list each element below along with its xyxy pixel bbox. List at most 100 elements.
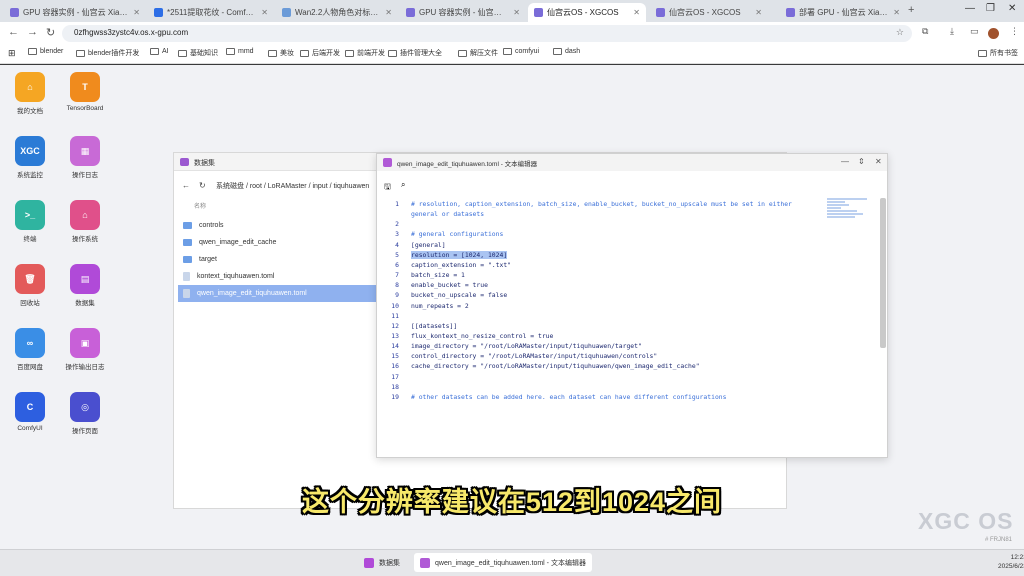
reload-icon[interactable]: ↻ bbox=[46, 26, 55, 39]
path-breadcrumb[interactable]: 系统磁盘 / root / LoRAMaster / input / tiquh… bbox=[216, 181, 369, 191]
tab-close-icon[interactable]: ✕ bbox=[629, 8, 640, 17]
desktop-icon-label: 操作输出日志 bbox=[65, 364, 105, 371]
vertical-scrollbar[interactable] bbox=[880, 198, 886, 348]
app-icon: ▤ bbox=[70, 264, 100, 294]
address-bar[interactable]: 0zfhgwss3zystc4v.os.x-gpu.com ☆ bbox=[62, 25, 912, 42]
desktop-icon[interactable]: ⌂ 我的文档 bbox=[2, 72, 58, 115]
taskbar-item[interactable]: qwen_image_edit_tiquhuawen.toml - 文本编辑器 bbox=[414, 553, 592, 572]
desktop-icon[interactable]: >_ 终端 bbox=[2, 200, 58, 243]
back-icon[interactable]: ← bbox=[8, 26, 19, 38]
bookmark-item[interactable]: dash bbox=[553, 48, 580, 55]
desktop-icon[interactable]: ▤ 数据集 bbox=[57, 264, 113, 307]
bookmark-item[interactable]: blender插件开发 bbox=[76, 48, 139, 58]
folder-icon bbox=[268, 49, 277, 57]
desktop-icon[interactable]: T TensorBoard bbox=[57, 72, 113, 112]
clock: 12:23 2025/6/23 bbox=[998, 553, 1024, 571]
folder-icon bbox=[553, 48, 562, 55]
desktop-icon[interactable]: C ComfyUI bbox=[2, 392, 58, 432]
avatar[interactable] bbox=[988, 28, 999, 39]
taskbar-item[interactable]: 数据集 bbox=[358, 553, 406, 572]
taskbar-app-icon bbox=[420, 557, 430, 568]
code-area[interactable]: 1 # resolution, caption_extension, batch_… bbox=[377, 197, 822, 457]
file-list-item[interactable]: target bbox=[178, 251, 376, 268]
bookmark-item[interactable]: 后端开发 bbox=[300, 48, 340, 58]
save-icon[interactable]: 🖫 bbox=[384, 181, 391, 195]
bookmark-item[interactable]: AI bbox=[150, 48, 169, 55]
tab-label: GPU 容器实例 - 仙宫云 Xiang... bbox=[23, 8, 130, 17]
maximize-button[interactable]: ❐ bbox=[986, 3, 995, 14]
close-window-button[interactable]: ✕ bbox=[1008, 3, 1016, 14]
editor-app-icon bbox=[383, 158, 392, 167]
name-column-header[interactable]: 名称 bbox=[194, 201, 206, 210]
extensions-icon[interactable]: ⧉ bbox=[922, 26, 928, 37]
code-line: enable_bucket = true bbox=[411, 281, 488, 290]
bookmark-item[interactable]: blender bbox=[28, 48, 63, 55]
app-icon: 🗑 bbox=[15, 264, 45, 294]
taskbar-label: qwen_image_edit_tiquhuawen.toml - 文本编辑器 bbox=[435, 559, 586, 567]
editor-titlebar[interactable]: qwen_image_edit_tiquhuawen.toml - 文本编辑器 bbox=[377, 154, 887, 171]
menu-icon[interactable]: ⋮ bbox=[1010, 26, 1019, 37]
tab-label: 部署 GPU - 仙宫云 Xiangong... bbox=[799, 8, 889, 17]
minimize-button[interactable]: — bbox=[965, 3, 975, 14]
close-button[interactable]: ✕ bbox=[875, 157, 882, 166]
line-number: 15 bbox=[391, 352, 399, 361]
bookmark-item[interactable]: mmd bbox=[226, 48, 254, 55]
desktop-icon-label: 百度网盘 bbox=[17, 364, 43, 371]
desktop-icon-label: TensorBoard bbox=[66, 105, 104, 112]
new-tab-button[interactable]: + bbox=[908, 4, 914, 16]
folder-icon bbox=[28, 48, 37, 55]
sidebar-icon[interactable]: ▭ bbox=[970, 26, 979, 37]
back-icon[interactable]: ← bbox=[182, 181, 190, 190]
all-bookmarks[interactable]: 所有书签 bbox=[978, 48, 1018, 58]
file-list-item[interactable]: controls bbox=[178, 217, 376, 234]
bookmark-item[interactable]: 美妆 bbox=[268, 48, 294, 58]
browser-tab[interactable]: *2511提取花纹 - ComfyUI ✕ bbox=[148, 3, 274, 22]
desktop-icon[interactable]: ∞ 百度网盘 bbox=[2, 328, 58, 371]
bookmark-item[interactable]: 解压文件 bbox=[458, 48, 498, 58]
minimap[interactable] bbox=[827, 198, 871, 220]
apps-grid-icon[interactable]: ⊞ bbox=[8, 48, 16, 59]
app-icon: T bbox=[70, 72, 100, 102]
tab-close-icon[interactable]: ✕ bbox=[381, 8, 392, 17]
tab-close-icon[interactable]: ✕ bbox=[751, 8, 762, 17]
tab-close-icon[interactable]: ✕ bbox=[509, 8, 520, 17]
browser-tab[interactable]: Wan2.2人物角色对标建模训...✕ bbox=[276, 3, 398, 22]
line-number: 19 bbox=[391, 392, 399, 401]
browser-tab[interactable]: GPU 容器实例 - 仙宫云 Xiang...✕ bbox=[400, 3, 526, 22]
file-list-item[interactable]: kontext_tiquhuawen.toml bbox=[178, 268, 376, 285]
code-line: image_directory = "/root/LoRAMaster/inpu… bbox=[411, 342, 642, 351]
line-number: 10 bbox=[391, 301, 399, 310]
bookmark-item[interactable]: 插件管理大全 bbox=[388, 48, 442, 58]
folder-icon bbox=[76, 49, 85, 57]
bookmark-label: 解压文件 bbox=[470, 50, 498, 57]
code-line: caption_extension = ".txt" bbox=[411, 260, 512, 269]
bookmark-item[interactable]: 基础知识 bbox=[178, 48, 218, 58]
forward-icon[interactable]: → bbox=[27, 26, 38, 38]
desktop-icon[interactable]: ▣ 操作输出日志 bbox=[57, 328, 113, 371]
file-list-item[interactable]: qwen_image_edit_cache bbox=[178, 234, 376, 251]
file-name: controls bbox=[199, 222, 224, 229]
desktop-icon[interactable]: ⌂ 操作系统 bbox=[57, 200, 113, 243]
search-icon[interactable]: ⌕ bbox=[401, 180, 405, 190]
code-line: num_repeats = 2 bbox=[411, 301, 469, 310]
desktop-icon[interactable]: ◎ 操作页面 bbox=[57, 392, 113, 435]
tab-close-icon[interactable]: ✕ bbox=[889, 8, 900, 17]
browser-tab[interactable]: 仙宫云OS - XGCOS ✕ bbox=[528, 3, 646, 22]
app-icon: ∞ bbox=[15, 328, 45, 358]
browser-tab[interactable]: 部署 GPU - 仙宫云 Xiangong...✕ bbox=[780, 3, 906, 22]
tab-close-icon[interactable]: ✕ bbox=[129, 8, 140, 17]
desktop-icon[interactable]: XGC 系统监控 bbox=[2, 136, 58, 179]
bookmark-item[interactable]: comfyui bbox=[503, 48, 539, 55]
browser-tab[interactable]: GPU 容器实例 - 仙宫云 Xiang...✕ bbox=[4, 3, 146, 22]
download-icon[interactable]: ⤓ bbox=[950, 26, 954, 37]
desktop-icon[interactable]: 🗑 回收站 bbox=[2, 264, 58, 307]
maximize-button[interactable]: ⇕ bbox=[858, 157, 865, 166]
tab-close-icon[interactable]: ✕ bbox=[257, 8, 268, 17]
bookmark-star-icon[interactable]: ☆ bbox=[896, 27, 904, 38]
desktop-icon[interactable]: ▦ 操作日志 bbox=[57, 136, 113, 179]
refresh-icon[interactable]: ↻ bbox=[199, 181, 206, 190]
browser-tab[interactable]: 仙宫云OS - XGCOS ✕ bbox=[650, 3, 768, 22]
file-list-item[interactable]: qwen_image_edit_tiquhuawen.toml bbox=[178, 285, 376, 302]
minimize-button[interactable]: — bbox=[841, 157, 849, 166]
bookmark-item[interactable]: 前端开发 bbox=[345, 48, 385, 58]
